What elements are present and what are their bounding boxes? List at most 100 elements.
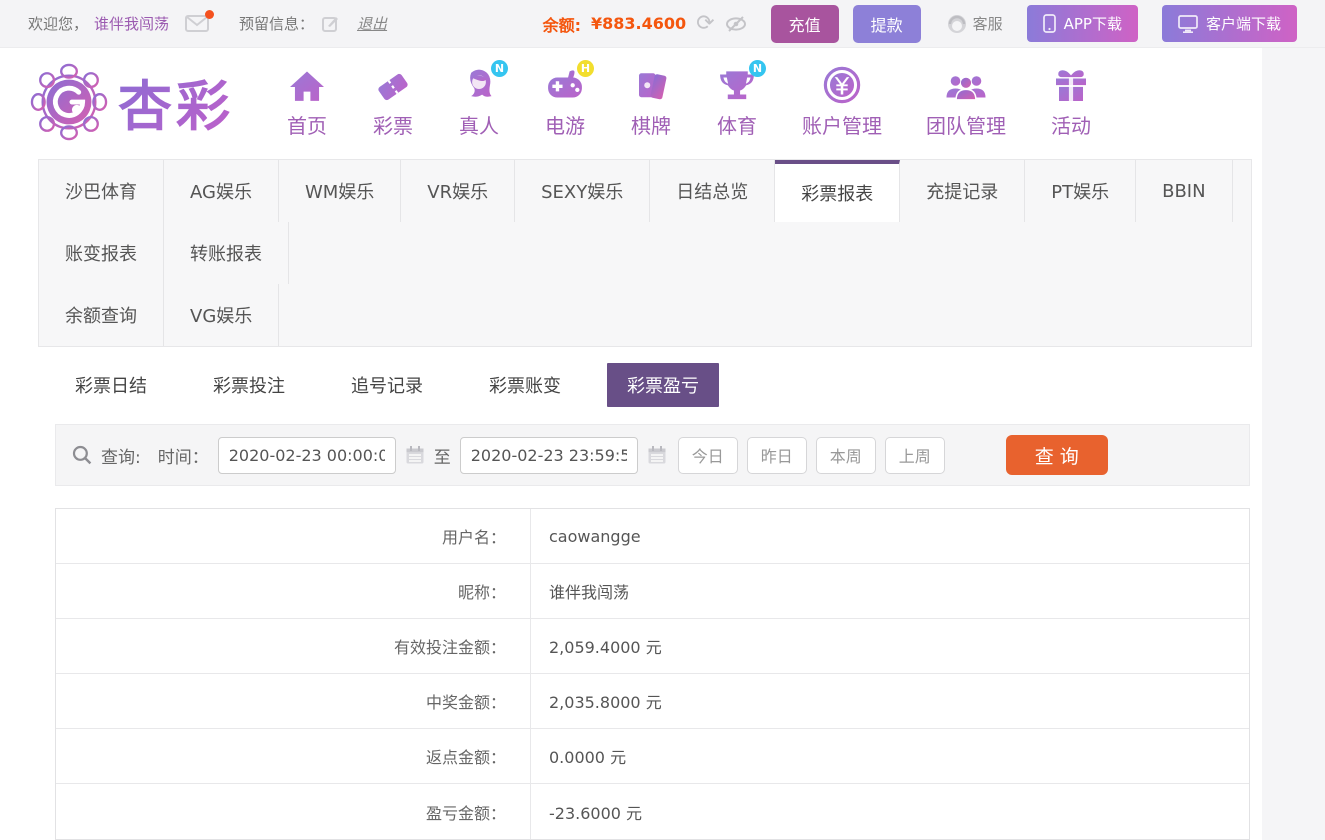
row-label: 返点金额： [56, 729, 531, 783]
report-tab[interactable]: SEXY娱乐 [515, 160, 651, 222]
cards-icon [633, 68, 669, 104]
subtab-label: 彩票投注 [213, 376, 285, 397]
main-column: 杏彩 首页 彩票 N 真人 H 电游 棋牌 N 体育 账户管理 团队管理 活动 … [0, 48, 1262, 840]
subtab[interactable]: 彩票投注 [193, 363, 305, 407]
row-value: caowangge [549, 526, 641, 546]
edit-icon[interactable] [322, 15, 339, 32]
report-tab[interactable]: PT娱乐 [1025, 160, 1137, 222]
report-tabs: 沙巴体育 AG娱乐 WM娱乐 VR娱乐 SEXY娱乐 日结总览 彩票报表 充提记… [38, 159, 1252, 347]
nav-item[interactable]: 账户管理 [802, 64, 882, 139]
quick-range-button[interactable]: 上周 [884, 436, 945, 474]
quick-range-button[interactable]: 昨日 [746, 436, 807, 474]
report-tab[interactable]: AG娱乐 [164, 160, 279, 222]
search-icon [72, 445, 92, 465]
time-label: 时间： [157, 447, 209, 468]
lottery-subtabs: 彩票日结 彩票投注 追号记录 彩票账变 彩票盈亏 [55, 363, 1262, 407]
balance-value: ¥883.4600 [591, 14, 687, 33]
table-row: 盈亏金额： -23.6000 元 [56, 784, 1249, 839]
report-tab-label: 日结总览 [676, 182, 749, 203]
report-tab-label: BBIN [1162, 180, 1206, 202]
reserved-info-label: 预留信息： [239, 15, 315, 33]
mail-icon[interactable] [185, 10, 215, 32]
report-tab[interactable]: VR娱乐 [401, 160, 516, 222]
nav-badge: H [577, 60, 594, 77]
nav-item-label: 活动 [1051, 114, 1091, 138]
time-from-input[interactable] [217, 436, 396, 474]
nav-badge: N [749, 60, 766, 77]
report-tab[interactable]: 充提记录 [900, 160, 1026, 222]
header: 杏彩 首页 彩票 N 真人 H 电游 棋牌 N 体育 账户管理 团队管理 活动 [0, 48, 1262, 159]
quick-range-button[interactable]: 今日 [677, 436, 738, 474]
subtab[interactable]: 彩票日结 [55, 363, 167, 407]
search-button[interactable]: 查 询 [1005, 435, 1108, 475]
report-tab[interactable]: WM娱乐 [279, 160, 402, 222]
nav-item[interactable]: 首页 [286, 64, 328, 139]
welcome-area: 欢迎您， 谁伴我闯荡 预留信息： 退出 [28, 10, 387, 34]
report-tab[interactable]: 彩票报表 [775, 160, 901, 222]
customer-service-label: 客服 [972, 15, 1003, 33]
report-tab-label: WM娱乐 [304, 182, 375, 203]
calendar-icon[interactable] [647, 445, 667, 465]
nav-item[interactable]: 棋牌 [630, 64, 672, 139]
profit-loss-table: 用户名： caowangge 昵称： 谁伴我闯荡 有效投注金额： 2,059.4… [55, 508, 1250, 840]
report-tab[interactable]: 余额查询 [39, 284, 164, 346]
nav-item[interactable]: 彩票 [372, 64, 414, 139]
balance-zone: 余额: ¥883.4600 ⟳ 充值 提款 客服 APP下载 客户端下载 [542, 4, 1297, 43]
subtab-label: 追号记录 [351, 376, 423, 397]
refresh-balance-icon[interactable]: ⟳ [696, 12, 714, 35]
calendar-icon[interactable] [405, 445, 425, 465]
subtab[interactable]: 追号记录 [331, 363, 443, 407]
nav-item-label: 账户管理 [802, 114, 882, 138]
recharge-button[interactable]: 充值 [770, 4, 839, 43]
nav-item[interactable]: N 真人 [458, 60, 508, 139]
subtab[interactable]: 彩票账变 [469, 363, 581, 407]
table-row: 有效投注金额： 2,059.4000 元 [56, 619, 1249, 674]
username-link[interactable]: 谁伴我闯荡 [94, 13, 169, 34]
report-tab[interactable]: VG娱乐 [164, 284, 280, 346]
nav-item[interactable]: N 体育 [716, 60, 766, 139]
nav-item[interactable]: H 电游 [544, 60, 594, 139]
row-label: 盈亏金额： [56, 784, 531, 839]
gift-icon [1053, 68, 1089, 104]
coin-icon [823, 66, 861, 104]
report-tab-label: 账变报表 [65, 244, 137, 265]
report-tab-label: 充提记录 [926, 182, 999, 203]
client-download-label: 客户端下载 [1205, 15, 1281, 33]
app-download-button[interactable]: APP下载 [1026, 5, 1138, 42]
report-tab[interactable]: BBIN [1136, 160, 1233, 222]
row-label: 中奖金额： [56, 674, 531, 728]
withdraw-button[interactable]: 提款 [852, 4, 921, 43]
logout-link[interactable]: 退出 [357, 13, 387, 34]
report-tab[interactable]: 账变报表 [39, 222, 164, 284]
subtab[interactable]: 彩票盈亏 [607, 363, 719, 407]
report-tab[interactable]: 日结总览 [650, 160, 776, 222]
time-to-input[interactable] [459, 436, 638, 474]
nav-item-label: 首页 [287, 114, 327, 138]
client-download-button[interactable]: 客户端下载 [1161, 5, 1297, 42]
welcome-text: 欢迎您， [28, 15, 89, 33]
hide-balance-icon[interactable] [725, 15, 747, 33]
row-value: 谁伴我闯荡 [549, 583, 630, 602]
nav-item[interactable]: 团队管理 [926, 64, 1006, 139]
unread-dot [205, 10, 215, 19]
quick-range-buttons: 今日 昨日 本周 上周 [677, 436, 945, 474]
table-row: 返点金额： 0.0000 元 [56, 729, 1249, 784]
monitor-icon [1178, 14, 1198, 33]
site-logo[interactable]: 杏彩 [30, 62, 234, 141]
table-row: 昵称： 谁伴我闯荡 [56, 564, 1249, 619]
nav-item[interactable]: 活动 [1050, 64, 1092, 139]
subtab-label: 彩票盈亏 [627, 376, 699, 397]
report-tab[interactable]: 沙巴体育 [39, 160, 164, 222]
quick-range-button[interactable]: 本周 [815, 436, 876, 474]
row-value: 2,035.8000 元 [549, 693, 662, 712]
row-value: 2,059.4000 元 [549, 638, 662, 657]
team-icon [945, 70, 987, 104]
logo-text: 杏彩 [118, 62, 234, 141]
balance-label: 余额: [542, 15, 581, 35]
customer-service-link[interactable]: 客服 [947, 13, 1003, 34]
report-tab-label: 余额查询 [65, 306, 137, 327]
report-tab[interactable]: 转账报表 [164, 222, 289, 284]
report-tab-label: PT娱乐 [1051, 182, 1110, 203]
reserved-info: 预留信息： [239, 13, 339, 34]
report-tabs-row1: 沙巴体育 AG娱乐 WM娱乐 VR娱乐 SEXY娱乐 日结总览 彩票报表 充提记… [39, 160, 1251, 284]
